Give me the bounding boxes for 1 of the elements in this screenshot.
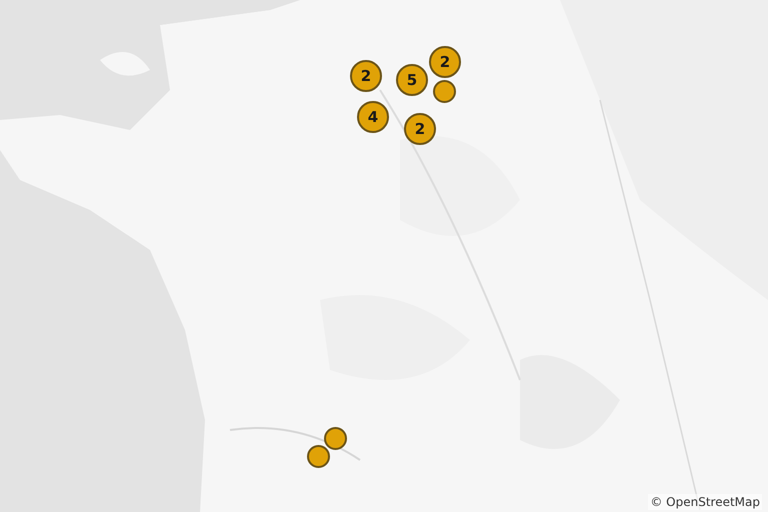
attribution-text: © OpenStreetMap [648,494,762,510]
